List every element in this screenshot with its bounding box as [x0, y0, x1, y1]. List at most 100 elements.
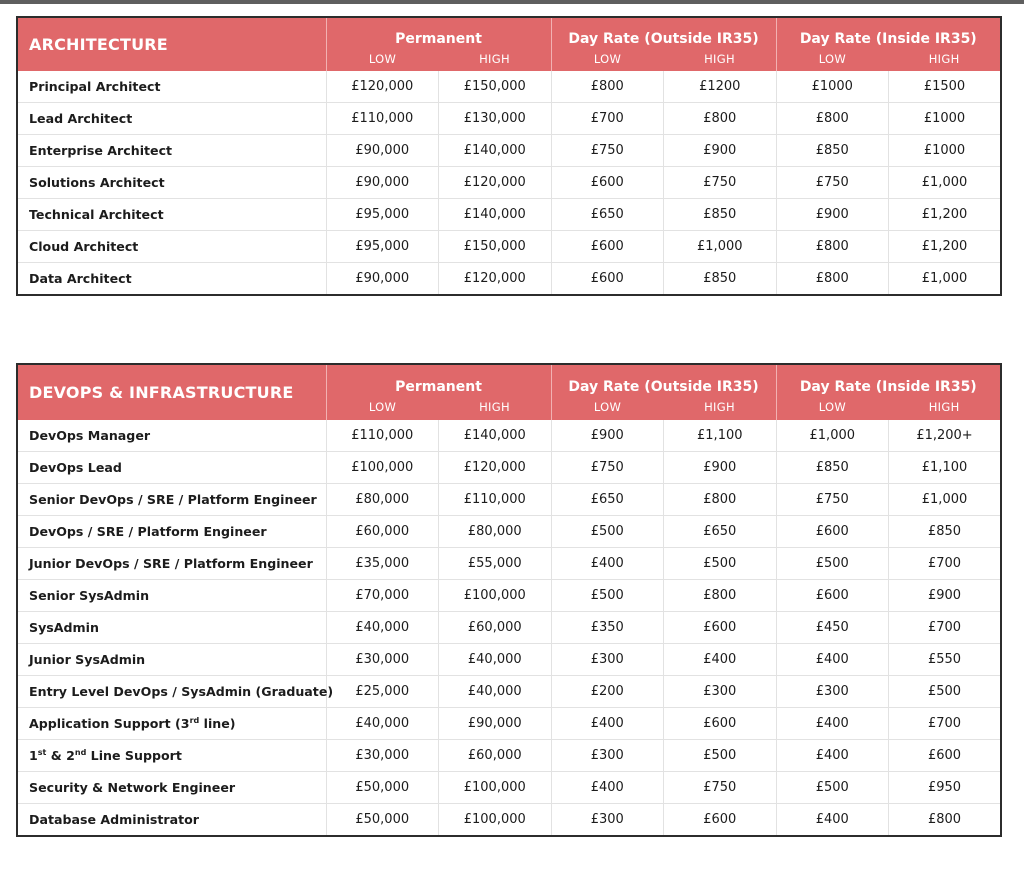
value-cell: £600 — [776, 579, 890, 612]
devops-salary-table: DEVOPS & INFRASTRUCTURE Permanent LOW HIG… — [16, 363, 1003, 837]
table-row: DevOps / SRE / Platform Engineer £60,000 £… — [17, 515, 1002, 548]
value-cell: £400 — [551, 547, 665, 580]
value-cell: £500 — [776, 771, 890, 804]
value-cell: £650 — [551, 483, 665, 516]
value-cell: £700 — [888, 547, 1002, 580]
role-name: DevOps Manager — [17, 420, 327, 452]
value-cell: £600 — [888, 739, 1002, 772]
value-cell: £850 — [663, 262, 777, 295]
high-label: HIGH — [479, 52, 510, 66]
value-cell: £110,000 — [438, 483, 552, 516]
role-name: Senior DevOps / SRE / Platform Engineer — [17, 483, 327, 516]
value-cell: £650 — [663, 515, 777, 548]
value-cell: £400 — [551, 707, 665, 740]
value-cell: £900 — [663, 134, 777, 167]
low-label: LOW — [593, 52, 622, 66]
group-day-rate-inside: Day Rate (Inside IR35) LOW HIGH — [776, 17, 1002, 71]
role-name: 1st & 2nd Line Support — [17, 739, 327, 772]
value-cell: £90,000 — [326, 166, 439, 199]
high-label: HIGH — [704, 400, 735, 414]
value-cell: £600 — [663, 611, 777, 644]
value-cell: £750 — [551, 451, 665, 484]
role-name: Data Architect — [17, 262, 327, 295]
value-cell: £800 — [927, 812, 962, 827]
table-row: DevOps Manager £110,000 £140,000 £900 £1,100… — [17, 420, 1002, 452]
value-cell: £400 — [663, 643, 777, 676]
value-cell: £800 — [776, 262, 890, 295]
value-cell: £60,000 — [438, 611, 552, 644]
value-cell: £120,000 — [326, 71, 439, 103]
value-cell: £750 — [776, 166, 890, 199]
value-cell: £1000 — [776, 71, 890, 103]
value-cell: £300 — [663, 675, 777, 708]
role-name: Technical Architect — [17, 198, 327, 231]
value-cell: £500 — [663, 739, 777, 772]
value-cell: £140,000 — [438, 134, 552, 167]
table-row: Principal Architect £120,000 £150,000 £800 £… — [17, 71, 1002, 103]
value-cell: £25,000 — [326, 675, 439, 708]
value-cell: £90,000 — [326, 262, 439, 295]
value-cell: £100,000 — [438, 771, 552, 804]
value-cell: £400 — [776, 707, 890, 740]
low-label: LOW — [368, 52, 397, 66]
value-cell: £800 — [663, 579, 777, 612]
value-cell: £100,000 — [326, 451, 439, 484]
value-cell: £95,000 — [326, 230, 439, 263]
value-cell: £120,000 — [438, 262, 552, 295]
value-cell: £1,000 — [888, 166, 1002, 199]
value-cell: £850 — [776, 134, 890, 167]
table-row: DevOps Lead £100,000 £120,000 £750 £900 £850 £… — [17, 451, 1002, 484]
group-day-rate-outside: Day Rate (Outside IR35) LOW HIGH — [551, 17, 777, 71]
value-cell: £60,000 — [326, 515, 439, 548]
value-cell: £90,000 — [438, 707, 552, 740]
value-cell: £600 — [551, 166, 665, 199]
value-cell: £800 — [551, 71, 665, 103]
value-cell: £1,200+ — [888, 420, 1002, 452]
table-row: Enterprise Architect £90,000 £140,000 £750 £… — [17, 134, 1002, 167]
value-cell: £140,000 — [438, 420, 552, 452]
table-header: DEVOPS & INFRASTRUCTURE Permanent LOW HIG… — [17, 364, 1002, 420]
table-row: Senior SysAdmin £70,000 £100,000 £500 £800 £6… — [17, 579, 1002, 612]
value-cell: £600 — [551, 262, 665, 295]
value-cell: £140,000 — [438, 198, 552, 231]
value-cell: £400 — [551, 771, 665, 804]
value-cell: £500 — [551, 515, 665, 548]
value-cell: £40,000 — [438, 643, 552, 676]
value-cell: £950 — [888, 771, 1002, 804]
value-cell: £900 — [663, 451, 777, 484]
value-cell: £500 — [888, 675, 1002, 708]
value-cell: £500 — [776, 547, 890, 580]
value-cell: £80,000 — [438, 515, 552, 548]
value-cell: £300 — [776, 675, 890, 708]
value-cell: £120,000 — [438, 451, 552, 484]
value-cell: £400 — [776, 643, 890, 676]
value-cell: £110,000 — [326, 102, 439, 135]
value-cell: £600 — [776, 515, 890, 548]
value-cell: £750 — [551, 134, 665, 167]
table-row: Database Administrator £50,000 £100,000 £30… — [17, 803, 1001, 836]
value-cell: £900 — [551, 420, 665, 452]
value-cell: £500 — [663, 547, 777, 580]
section-title: ARCHITECTURE — [17, 17, 327, 71]
value-cell: £700 — [888, 611, 1002, 644]
value-cell: £110,000 — [326, 420, 439, 452]
table-row: Lead Architect £110,000 £130,000 £700 £800 £8… — [17, 102, 1002, 135]
group-label: Day Rate (Inside IR35) — [799, 31, 977, 47]
table-row: Junior DevOps / SRE / Platform Engineer £… — [17, 547, 1002, 580]
high-label: HIGH — [704, 52, 735, 66]
value-cell: £150,000 — [438, 71, 552, 103]
table-row: 1st & 2nd Line Support £30,000 £60,000 £300… — [17, 739, 1002, 772]
value-cell: £55,000 — [438, 547, 552, 580]
value-cell: £850 — [663, 198, 777, 231]
value-cell: £120,000 — [438, 166, 552, 199]
value-cell: £500 — [551, 579, 665, 612]
value-cell: £700 — [888, 707, 1002, 740]
value-cell: £1,200 — [888, 198, 1002, 231]
value-cell: £40,000 — [326, 707, 439, 740]
high-label: HIGH — [479, 400, 510, 414]
value-cell: £80,000 — [326, 483, 439, 516]
role-name: Security & Network Engineer — [17, 771, 327, 804]
value-cell: £100,000 — [438, 579, 552, 612]
value-cell: £1200 — [663, 71, 777, 103]
group-day-rate-outside: Day Rate (Outside IR35) LOW HIGH — [551, 364, 777, 420]
